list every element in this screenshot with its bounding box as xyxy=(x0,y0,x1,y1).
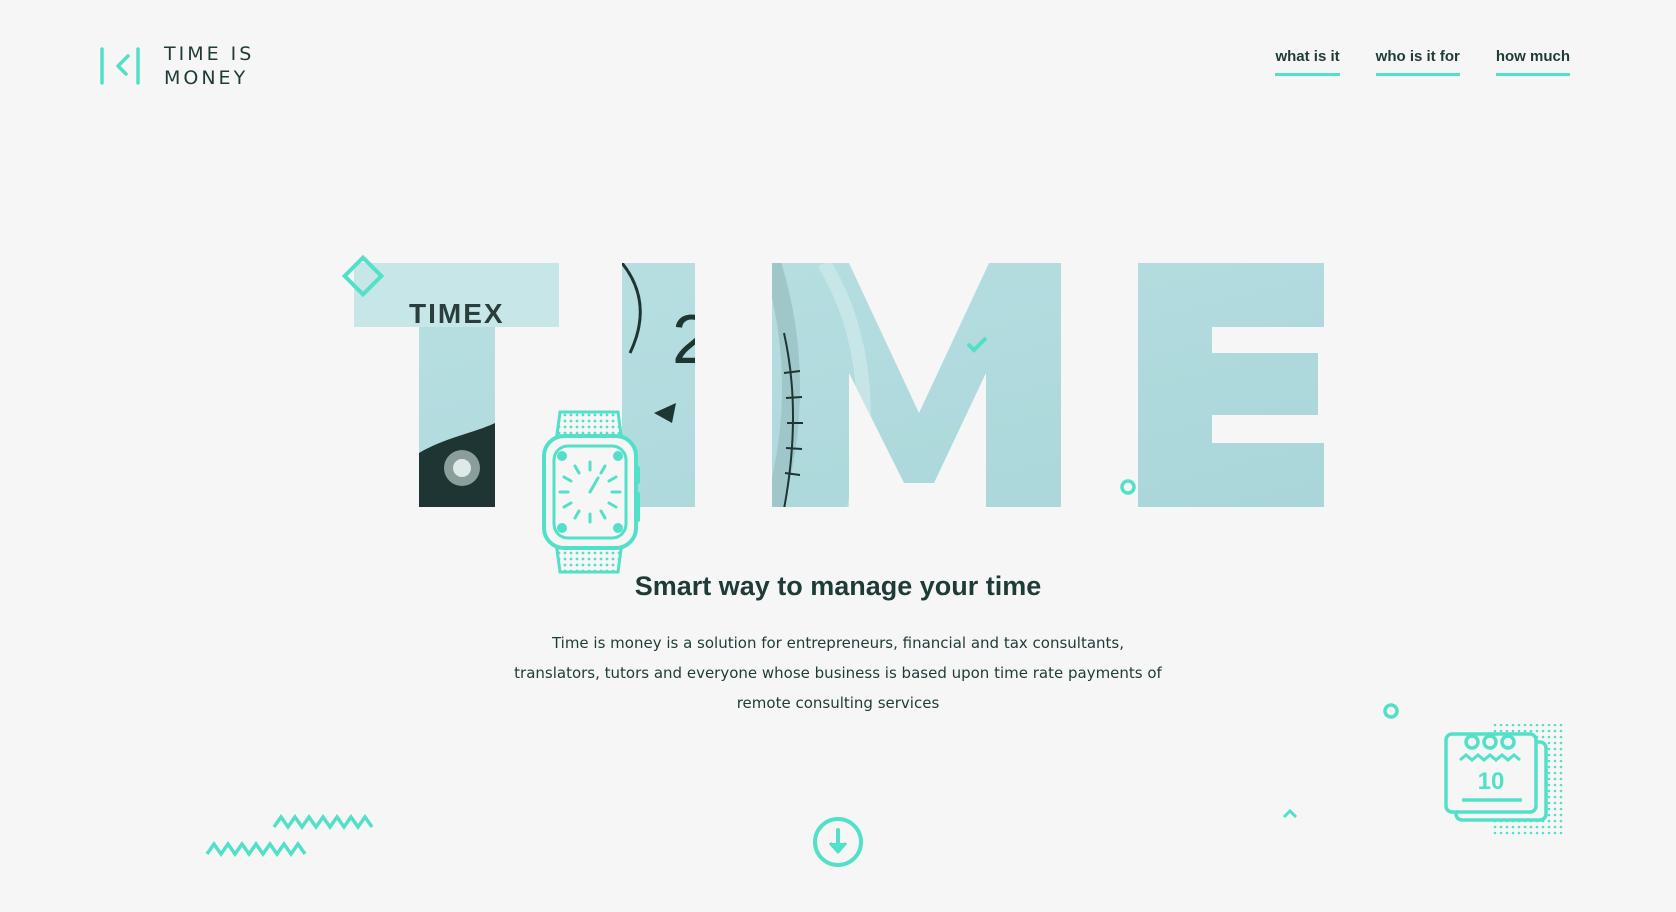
ring-icon xyxy=(1120,479,1136,495)
zigzag-icon xyxy=(205,840,307,858)
hero-big-word: TIMEX 2 xyxy=(354,263,1324,507)
brand-line-2: MONEY xyxy=(164,67,249,89)
hero-description: Time is money is a solution for entrepre… xyxy=(514,634,1162,712)
caret-up-icon xyxy=(1282,808,1298,819)
zigzag-icon xyxy=(272,813,374,831)
check-tick-icon xyxy=(966,336,988,353)
nav-link-who-is-it-for[interactable]: who is it for xyxy=(1375,48,1460,76)
calendar-icon: 10 xyxy=(1444,724,1564,836)
photo-brand-label: TIMEX xyxy=(409,298,505,329)
main-nav: what is it who is it for how much xyxy=(1275,48,1570,76)
k-bracket-logo-icon xyxy=(100,47,140,85)
hero-photo-fill: TIMEX 2 xyxy=(354,263,1324,507)
brand-name: TIME IS MONEY xyxy=(164,42,254,90)
smartwatch-icon xyxy=(542,410,640,574)
diamond-icon xyxy=(341,254,385,298)
brand-line-1: TIME IS xyxy=(164,43,255,65)
hero-headline: Smart way to manage your time xyxy=(634,571,1042,601)
arrow-down-circle-icon[interactable] xyxy=(811,815,865,869)
nav-link-how-much[interactable]: how much xyxy=(1495,48,1570,76)
logo[interactable]: TIME IS MONEY xyxy=(98,42,254,90)
calendar-day: 10 xyxy=(1478,768,1505,795)
ring-icon xyxy=(1383,703,1399,719)
nav-link-what-is-it[interactable]: what is it xyxy=(1275,48,1340,76)
svg-text:2: 2 xyxy=(672,300,711,378)
